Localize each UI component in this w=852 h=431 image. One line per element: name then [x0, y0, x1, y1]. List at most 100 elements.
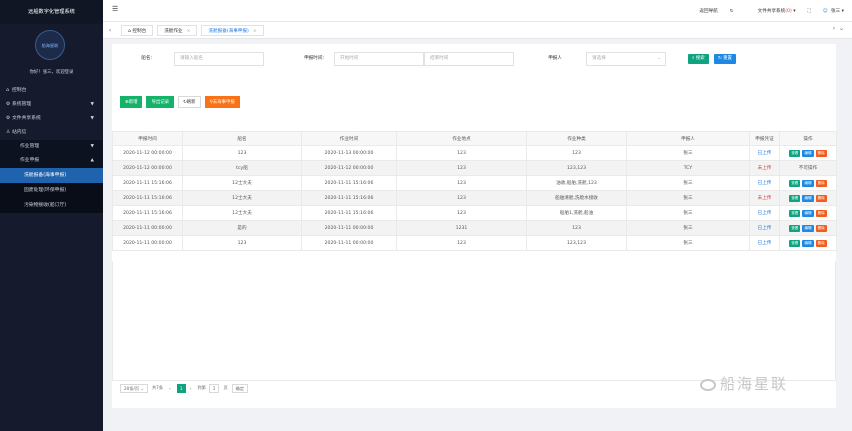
ship-input[interactable]: 请输入船名	[174, 52, 264, 66]
column-header[interactable]: 申报人	[626, 131, 750, 146]
view-button[interactable]: 查看	[789, 239, 801, 247]
search-button[interactable]: ⌕ 搜索	[688, 54, 709, 64]
cell-work-time: 2020-11-11 15:16:06	[301, 175, 397, 191]
view-button[interactable]: 查看	[789, 209, 801, 217]
tabs-right-controls[interactable]: › ⌄	[833, 25, 844, 32]
delete-button[interactable]: 删除	[815, 239, 827, 247]
end-date-input[interactable]: 结束时间	[424, 52, 514, 66]
cell-status[interactable]: 已上传	[749, 145, 780, 161]
edit-button[interactable]: 编辑	[802, 224, 814, 232]
cell-status[interactable]: 未上传	[749, 190, 780, 206]
edit-button[interactable]: 编辑	[802, 239, 814, 247]
column-header[interactable]: 船名	[182, 131, 302, 146]
export-button[interactable]: 导出记录	[146, 96, 175, 108]
delete-button[interactable]: 删除	[815, 179, 827, 187]
cell-place: 123	[396, 205, 527, 221]
column-header[interactable]: 作业地点	[396, 131, 527, 146]
cell-status[interactable]: 未上传	[749, 160, 780, 176]
cell-ship: 是的	[182, 220, 302, 236]
tab-dashboard[interactable]: ⌂ 控制台	[121, 24, 154, 36]
menu-toggle-icon[interactable]: ☰	[112, 5, 118, 13]
cell-status[interactable]: 已上传	[749, 235, 780, 251]
fullscreen-icon[interactable]: ⛶	[808, 8, 811, 14]
view-button[interactable]: 查看	[789, 149, 801, 157]
sidebar-item-work-report[interactable]: 作业申报 ▲	[0, 154, 103, 168]
back-nav-link[interactable]: 返回导航	[699, 8, 717, 14]
cell-status[interactable]: 已上传	[749, 220, 780, 236]
cell-time: 2020-11-12 00:00:00	[112, 145, 183, 161]
cell-actions: 查看 编辑 删除	[779, 205, 837, 221]
cell-applicant: 张三	[626, 235, 750, 251]
greeting: 你好！张三，欢迎登录	[29, 70, 74, 75]
close-icon[interactable]: ×	[253, 29, 257, 34]
cell-time: 2020-11-12 00:00:00	[112, 160, 183, 176]
table-row[interactable]: 2020-11-11 15:16:06 12士大夫 2020-11-11 15:16…	[112, 205, 837, 221]
file-share-link[interactable]: 文件共享系统(0) ▾	[746, 8, 796, 14]
reset-button[interactable]: ↻ 重置	[714, 54, 736, 64]
cell-status[interactable]: 已上传	[749, 175, 780, 191]
sidebar-item-dashboard[interactable]: ⌂ 控制台	[0, 84, 103, 98]
table-row[interactable]: 2020-11-11 15:16:06 12士大夫 2020-11-11 15:16…	[112, 190, 837, 206]
sidebar-item-solid-waste[interactable]: 固废处理(环保申报)	[0, 183, 103, 198]
cell-work-time: 2020-11-11 15:16:06	[301, 190, 397, 206]
page-size-select[interactable]: 20条/页 ⌄	[120, 383, 148, 393]
table-empty-area	[112, 261, 836, 381]
table-row[interactable]: 2020-11-11 15:16:06 12士大夫 2020-11-11 15:16…	[112, 175, 837, 191]
delete-button[interactable]: 删除	[815, 209, 827, 217]
cell-ship: 123	[182, 235, 302, 251]
cell-kind: 123	[526, 145, 627, 161]
view-button[interactable]: 查看	[789, 224, 801, 232]
table-row[interactable]: 2020-11-12 00:00:00 tcy船 2020-11-12 00:00:…	[112, 160, 837, 176]
goto-input[interactable]: 1	[208, 383, 220, 393]
refresh-icon[interactable]: ↻	[730, 9, 734, 14]
edit-button[interactable]: 编辑	[802, 149, 814, 157]
delete-button[interactable]: 删除	[815, 224, 827, 232]
start-date-input[interactable]: 开始时间	[334, 52, 424, 66]
refresh-button[interactable]: ↻刷新	[178, 96, 201, 108]
goto-confirm-button[interactable]: 确定	[231, 383, 249, 393]
delete-button[interactable]: 删除	[815, 149, 827, 157]
edit-button[interactable]: 编辑	[802, 194, 814, 202]
tab-tank-wash-report[interactable]: 洗舱报备(海事申报) ×	[201, 24, 264, 36]
top-actions: 返回导航 ↻ 文件共享系统(0) ▾ ⛶ ☺ 张三 ▾	[687, 0, 844, 22]
table-row[interactable]: 2020-11-12 00:00:00 123 2020-11-13 00:00:0…	[112, 145, 837, 161]
add-button[interactable]: ⊕新增	[120, 96, 143, 108]
sidebar-item-system[interactable]: ⚙ 系统管理 ▼	[0, 98, 103, 112]
next-page-icon[interactable]: ›	[190, 386, 192, 391]
cell-kind: 123,123	[526, 235, 627, 251]
app-title: 远船数字化管理系统	[0, 0, 103, 24]
cell-kind: 船舶1,洗舱,船油	[526, 205, 627, 221]
column-header[interactable]: 作业种类	[526, 131, 627, 146]
user-menu[interactable]: ☺ 张三 ▾	[823, 8, 844, 14]
cell-kind: 123	[526, 220, 627, 236]
view-button[interactable]: 查看	[789, 179, 801, 187]
cell-actions: 不可操作	[779, 160, 837, 176]
avatar[interactable]: 船海星联	[35, 30, 65, 60]
cell-status[interactable]: 已上传	[749, 205, 780, 221]
maritime-report-button[interactable]: ⚲去海事申报	[204, 96, 240, 108]
view-button[interactable]: 查看	[789, 194, 801, 202]
chevron-down-icon: ⌄	[657, 56, 661, 61]
column-header[interactable]: 申报时间	[112, 131, 183, 146]
tab-tank-wash[interactable]: 洗舱作业 ×	[157, 24, 198, 36]
close-icon[interactable]: ×	[187, 29, 191, 34]
edit-button[interactable]: 编辑	[802, 179, 814, 187]
sidebar-item-file-share[interactable]: ⚙ 文件共享系统 ▼	[0, 112, 103, 126]
cell-applicant: 张三	[626, 220, 750, 236]
column-header[interactable]: 申报凭证	[749, 131, 780, 146]
sidebar-item-work-manage[interactable]: 作业管理 ▼	[0, 140, 103, 154]
table-row[interactable]: 2020-11-11 00:00:00 123 2020-11-11 00:00:0…	[112, 235, 837, 251]
edit-button[interactable]: 编辑	[802, 209, 814, 217]
column-header[interactable]: 作业时间	[301, 131, 397, 146]
applicant-select[interactable]: 请选择 ⌄	[586, 52, 666, 66]
sidebar-item-messages[interactable]: ♙ 站内信	[0, 126, 103, 140]
tabs-left-arrow-icon[interactable]: ‹	[103, 27, 117, 34]
table-row[interactable]: 2020-11-11 00:00:00 是的 2020-11-11 00:00:00…	[112, 220, 837, 236]
prev-page-icon[interactable]: ‹	[169, 386, 171, 391]
wechat-icon	[700, 378, 716, 391]
delete-button[interactable]: 删除	[815, 194, 827, 202]
sidebar-item-tank-wash-report[interactable]: 洗舱报备(海事申报)	[0, 168, 103, 183]
column-header: 操作	[779, 131, 837, 146]
sidebar-item-pollutant[interactable]: 污染物接收(船订厅)	[0, 198, 103, 213]
page-current[interactable]: 1	[176, 383, 186, 393]
